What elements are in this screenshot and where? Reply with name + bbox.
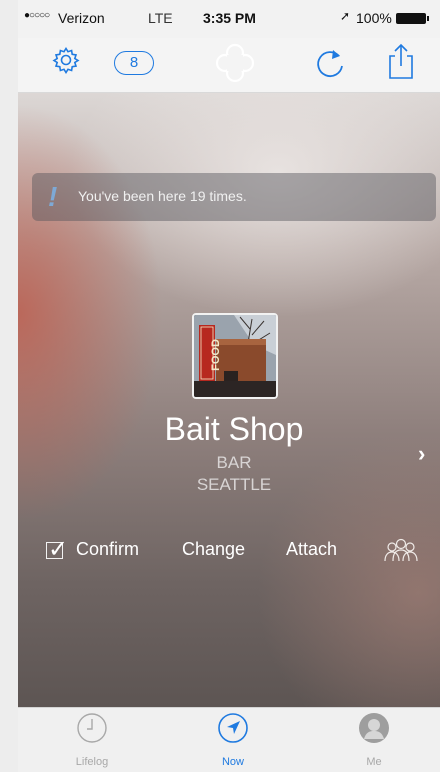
checkmark-icon: ✓ (48, 536, 69, 563)
navigation-arrow-icon (218, 713, 248, 743)
flower-logo-icon[interactable] (214, 42, 256, 89)
gear-icon[interactable] (52, 46, 80, 79)
avatar-icon (359, 713, 389, 743)
refresh-icon[interactable] (310, 44, 350, 89)
sign-text: FOOD (210, 339, 222, 371)
tab-lifelog[interactable]: Lifelog (32, 708, 152, 772)
visit-banner: ! You've been here 19 times. (32, 173, 436, 221)
place-name[interactable]: Bait Shop (18, 411, 440, 448)
exclamation-icon: ! (48, 181, 58, 212)
clock: 3:35 PM (203, 10, 256, 26)
main-content: ! You've been here 19 times. FOOD Bait S… (18, 93, 440, 707)
action-row: ✓ Confirm Change Attach (18, 536, 440, 569)
place-category: BAR (216, 453, 252, 472)
change-button[interactable]: Change (182, 539, 245, 560)
carrier-name: Verizon (58, 10, 105, 26)
place-photo[interactable]: FOOD (192, 313, 278, 399)
tab-me[interactable]: Me (314, 708, 434, 772)
share-icon[interactable] (386, 42, 416, 87)
signal-strength: ●○○○○ (24, 10, 50, 21)
place-city: SEATTLE (196, 475, 272, 494)
tab-now[interactable]: Now (173, 708, 293, 772)
visit-message: You've been here 19 times. (78, 188, 247, 204)
people-icon[interactable] (384, 535, 418, 570)
nav-bar: 8 (18, 38, 440, 93)
phone-screen: ●○○○○ Verizon LTE 3:35 PM ➚ 100% 8 ! You… (18, 0, 440, 772)
clock-icon (77, 713, 107, 743)
tab-lifelog-label: Lifelog (75, 756, 109, 768)
battery-percent: 100% (356, 10, 392, 26)
chevron-right-icon[interactable]: › (418, 441, 425, 467)
battery-icon (396, 13, 429, 24)
tab-bar: Lifelog Now Me (18, 707, 440, 772)
confirm-label: Confirm (76, 539, 140, 559)
location-arrow-icon: ➚ (340, 9, 351, 23)
tab-now-label: Now (221, 756, 244, 768)
attach-button[interactable]: Attach (286, 539, 337, 560)
tab-me-label: Me (366, 756, 382, 768)
count-badge[interactable]: 8 (114, 51, 154, 75)
status-bar: ●○○○○ Verizon LTE 3:35 PM ➚ 100% (18, 0, 440, 38)
network-type: LTE (148, 10, 173, 26)
